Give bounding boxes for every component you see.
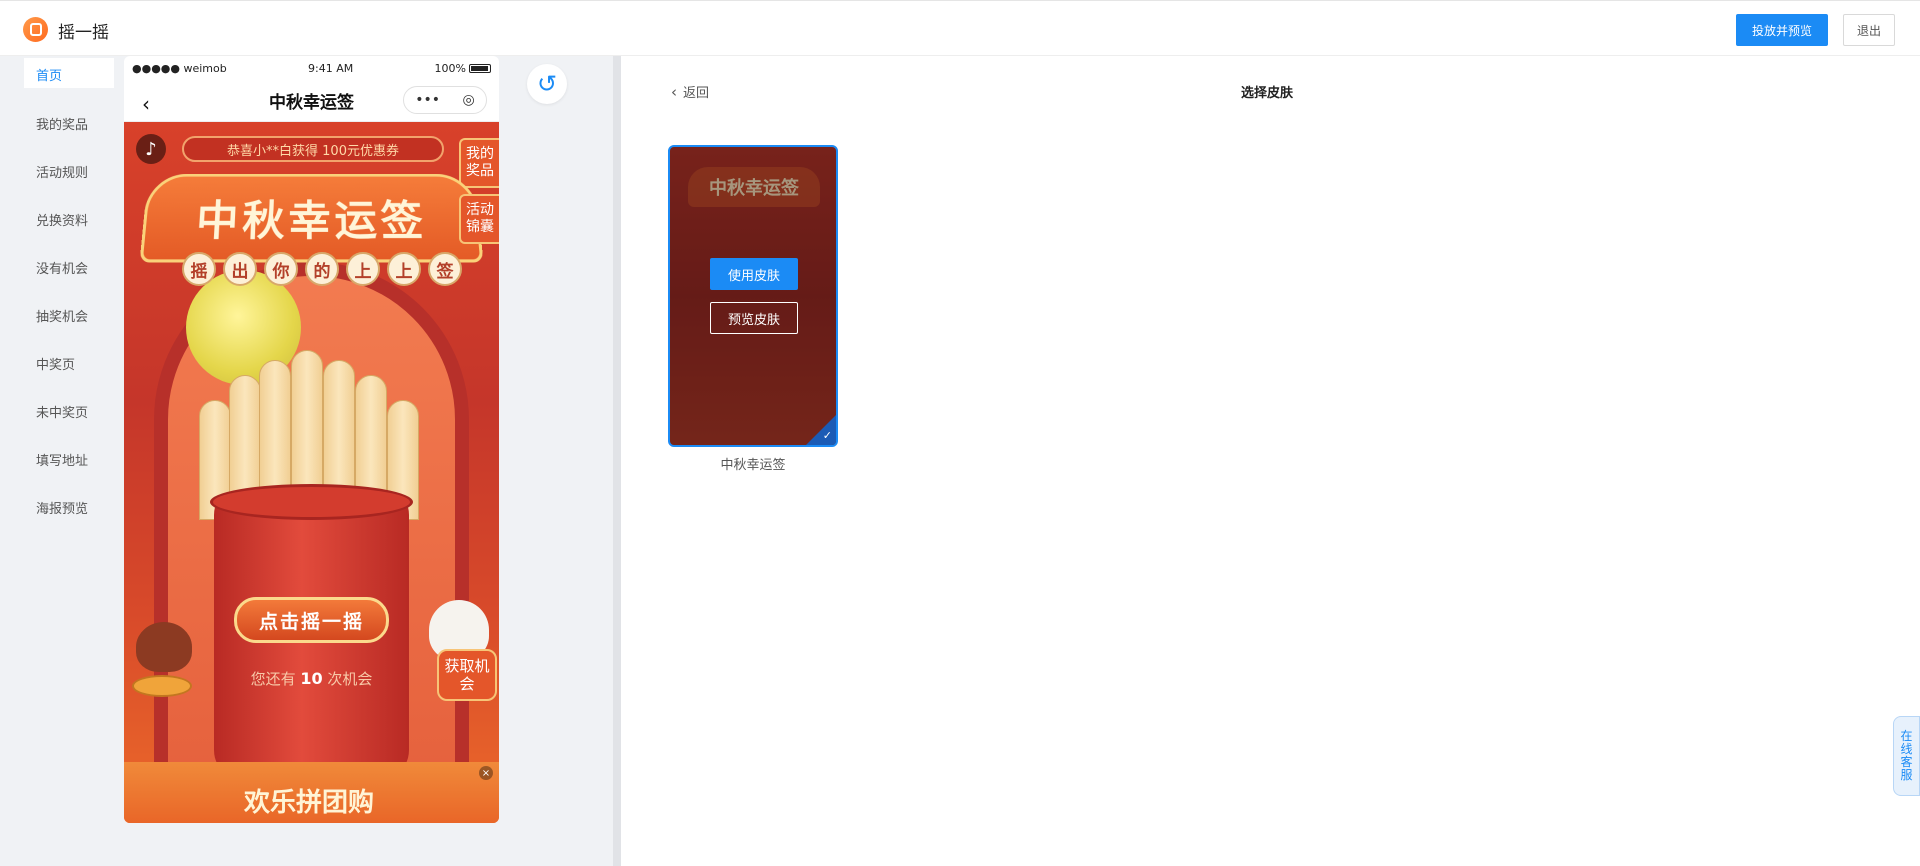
slogan-ball: 的 (305, 252, 339, 286)
campaign-title: 中秋幸运签 (194, 187, 428, 247)
banner-text: 欢乐拼团购 (244, 782, 374, 819)
panel-splitter[interactable] (613, 56, 621, 866)
close-icon[interactable]: × (479, 766, 493, 780)
nav-item-lose-page[interactable]: 未中奖页 (24, 394, 114, 442)
title-ribbon: 中秋幸运签 (140, 174, 484, 263)
mini-program-capsule: ••• ◎ (403, 86, 487, 114)
close-circle-icon[interactable]: ◎ (463, 92, 475, 108)
phone-status-bar: ●●●●● weimob 9:41 AM 100% (124, 56, 499, 80)
nav-item-poster-preview[interactable]: 海报预览 (24, 490, 114, 538)
nav-item-my-prizes[interactable]: 我的奖品 (24, 106, 114, 154)
nav-item-no-chance[interactable]: 没有机会 (24, 250, 114, 298)
group-buy-banner[interactable]: 欢乐拼团购 × (124, 762, 499, 823)
back-link[interactable]: ‹ 返回 (671, 82, 709, 101)
chevron-left-icon[interactable]: ‹ (142, 92, 150, 116)
clock-label: 9:41 AM (308, 62, 353, 75)
music-note-icon[interactable]: ♪ (136, 134, 166, 164)
teapot-illustration (136, 622, 192, 672)
chances-count: 10 (300, 669, 322, 688)
nav-item-address[interactable]: 填写地址 (24, 442, 114, 490)
slogan-ball: 出 (223, 252, 257, 286)
nav-item-draw-chance[interactable]: 抽奖机会 (24, 298, 114, 346)
chances-suffix: 次机会 (323, 670, 373, 688)
slogan-ball: 上 (346, 252, 380, 286)
more-icon[interactable]: ••• (415, 92, 440, 108)
sidebar-nav: 首页 我的奖品 活动规则 兑换资料 没有机会 抽奖机会 中奖页 未中奖页 填写地… (24, 58, 114, 538)
top-header: 摇一摇 投放并预览 退出 (0, 0, 1920, 56)
skin-card[interactable]: 中秋幸运签 使用皮肤 预览皮肤 ✓ (668, 145, 838, 447)
nav-item-home[interactable]: 首页 (24, 58, 114, 88)
preview-skin-button[interactable]: 预览皮肤 (710, 302, 798, 334)
rules-badge[interactable]: 活动锦囊 (459, 194, 499, 244)
chevron-left-icon: ‹ (671, 83, 677, 101)
app-title: 摇一摇 (58, 18, 109, 43)
undo-icon[interactable]: ↺ (527, 64, 567, 104)
publish-preview-button[interactable]: 投放并预览 (1736, 14, 1828, 46)
skin-name: 中秋幸运签 (668, 454, 838, 473)
phone-preview: ●●●●● weimob 9:41 AM 100% ‹ 中秋幸运签 ••• ◎ … (124, 56, 499, 823)
slogan-ball: 上 (387, 252, 421, 286)
exit-button[interactable]: 退出 (1843, 14, 1895, 46)
fortune-can-rim (210, 484, 413, 520)
back-label: 返回 (683, 82, 709, 101)
my-prizes-badge[interactable]: 我的奖品 (459, 138, 499, 188)
chances-prefix: 您还有 (251, 670, 301, 688)
get-chance-badge[interactable]: 获取机会 (437, 649, 497, 701)
panel-title: 选择皮肤 (1241, 82, 1293, 101)
campaign-canvas: ♪ 恭喜小**白获得 100元优惠券 我的奖品 中秋幸运签 活动锦囊 摇 出 你… (124, 122, 499, 823)
skin-panel: ‹ 返回 选择皮肤 中秋幸运签 使用皮肤 预览皮肤 ✓ 中秋幸运签 (621, 56, 1920, 866)
carrier-label: ●●●●● weimob (132, 62, 227, 75)
use-skin-button[interactable]: 使用皮肤 (710, 258, 798, 290)
nav-item-win-page[interactable]: 中奖页 (24, 346, 114, 394)
shake-button[interactable]: 点击摇一摇 (234, 597, 389, 643)
mooncake-illustration (132, 675, 192, 697)
slogan-ball: 签 (428, 252, 462, 286)
nav-item-redeem-info[interactable]: 兑换资料 (24, 202, 114, 250)
online-service-button[interactable]: 在线客服 (1893, 716, 1920, 796)
chances-text: 您还有 10 次机会 (224, 668, 399, 689)
slogan-ball: 你 (264, 252, 298, 286)
slogan-balls: 摇 出 你 的 上 上 签 (182, 252, 462, 286)
phone-page-title: 中秋幸运签 (269, 88, 354, 113)
slogan-ball: 摇 (182, 252, 216, 286)
battery-label: 100% (435, 62, 466, 75)
check-icon: ✓ (823, 429, 832, 442)
phone-navbar: ‹ 中秋幸运签 ••• ◎ (124, 80, 499, 122)
app-logo-icon (23, 17, 48, 42)
nav-item-rules[interactable]: 活动规则 (24, 154, 114, 202)
battery-icon (469, 64, 491, 73)
battery-indicator: 100% (435, 62, 491, 75)
winner-notice: 恭喜小**白获得 100元优惠券 (182, 136, 444, 162)
skin-hover-overlay (670, 147, 836, 445)
